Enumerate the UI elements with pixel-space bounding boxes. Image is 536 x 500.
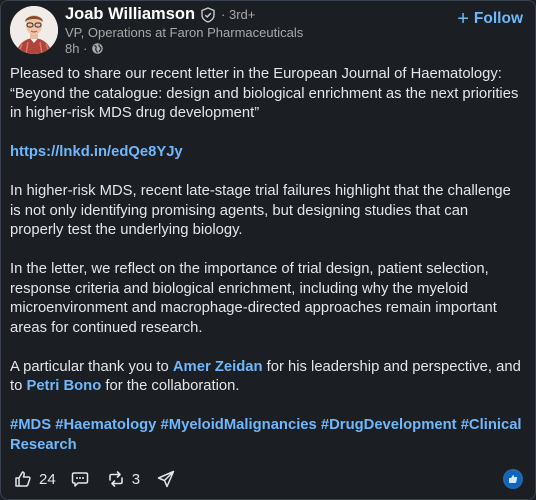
post-intro: Pleased to share our recent letter in th… <box>10 66 519 121</box>
connection-degree: · 3rd+ <box>221 7 256 22</box>
author-name[interactable]: Joab Williamson <box>65 5 195 24</box>
reaction-indicator-icon[interactable] <box>503 469 523 489</box>
mention-amer-zeidan[interactable]: Amer Zeidan <box>173 359 263 375</box>
action-bar: 24 3 <box>13 469 176 489</box>
like-button[interactable]: 24 <box>13 469 56 489</box>
hashtags: #MDS #Haematology #MyeloidMalignancies #… <box>10 416 525 455</box>
reaction-thumb-icon <box>509 475 518 483</box>
post-time: 8h · <box>65 41 88 56</box>
post-card: Joab Williamson · 3rd+ VP, Operations at… <box>0 0 536 500</box>
mention-petri-bono[interactable]: Petri Bono <box>26 378 101 394</box>
send-button[interactable] <box>156 469 176 489</box>
verified-shield-icon <box>201 6 215 23</box>
post-thanks: A particular thank you to Amer Zeidan fo… <box>10 358 521 395</box>
hashtag[interactable]: #MDS <box>10 417 51 433</box>
hashtag[interactable]: #MyeloidMalignancies <box>161 417 317 433</box>
hashtag[interactable]: #Haematology <box>55 417 156 433</box>
repost-icon <box>108 471 123 487</box>
hashtag[interactable]: #DrugDevelopment <box>321 417 457 433</box>
plus-icon: + <box>457 8 469 30</box>
globe-icon <box>92 43 104 54</box>
comment-icon <box>71 472 88 487</box>
post-time-row: 8h · <box>65 41 104 56</box>
like-count: 24 <box>39 470 56 488</box>
avatar[interactable] <box>10 6 58 54</box>
author-name-row: Joab Williamson · 3rd+ <box>65 5 255 24</box>
send-icon <box>157 470 175 488</box>
repost-button[interactable]: 3 <box>106 469 140 489</box>
follow-button[interactable]: + Follow <box>457 8 523 30</box>
post-body: Pleased to share our recent letter in th… <box>10 65 525 475</box>
post-paragraph-2: In higher-risk MDS, recent late-stage tr… <box>10 183 511 238</box>
follow-label: Follow <box>473 10 523 27</box>
post-paragraph-3: In the letter, we reflect on the importa… <box>10 261 497 336</box>
repost-count: 3 <box>131 470 141 488</box>
article-link[interactable]: https://lnkd.in/edQe8YJy <box>10 144 183 160</box>
comment-button[interactable] <box>70 469 90 489</box>
author-headline: VP, Operations at Faron Pharmaceuticals <box>65 25 304 40</box>
thumbs-up-icon <box>15 471 31 487</box>
